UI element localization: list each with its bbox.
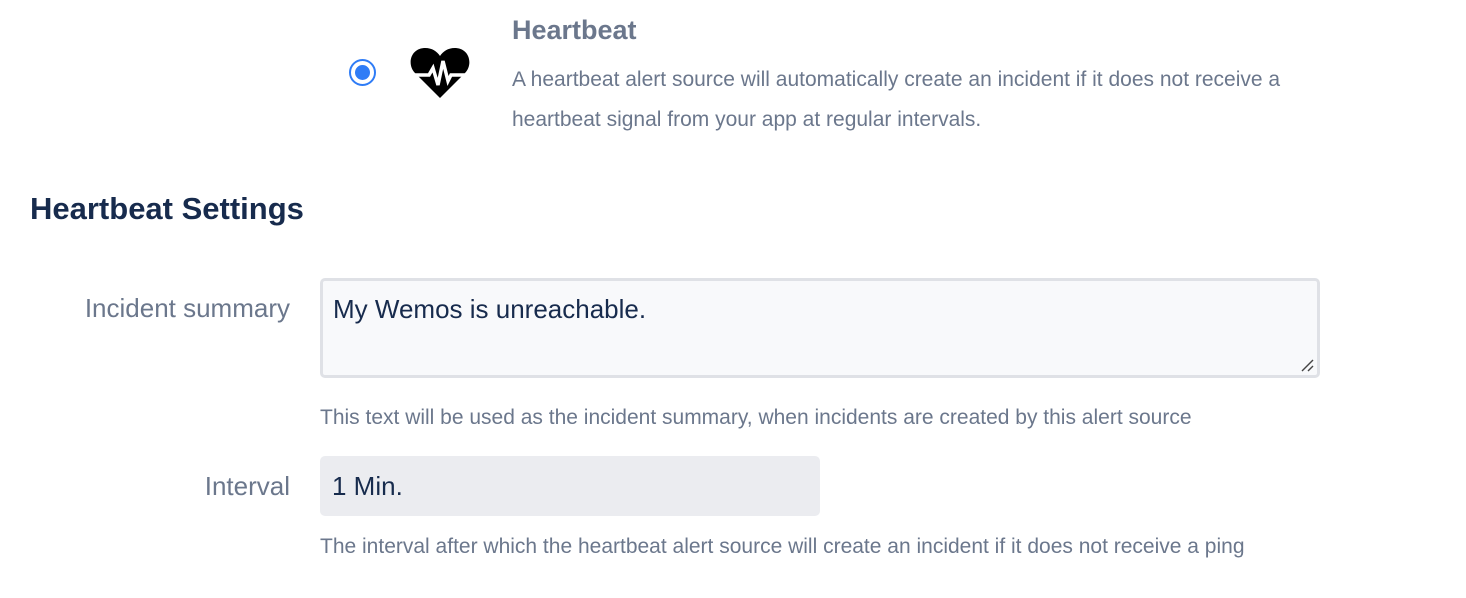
heartbeat-icon	[410, 47, 470, 98]
interval-value: 1 Min.	[332, 471, 403, 501]
radio-selected-dot	[355, 65, 370, 80]
incident-summary-textarea[interactable]: My Wemos is unreachable.	[320, 278, 1320, 378]
interval-help: The interval after which the heartbeat a…	[320, 535, 1245, 558]
interval-label: Interval	[204, 471, 290, 501]
section-heading: Heartbeat Settings	[30, 191, 304, 226]
incident-summary-help: This text will be used as the incident s…	[320, 406, 1192, 429]
resize-handle-icon[interactable]	[1299, 357, 1315, 373]
heartbeat-radio-button[interactable]	[349, 59, 376, 86]
alert-source-title: Heartbeat	[512, 15, 637, 45]
incident-summary-label: Incident summary	[84, 293, 290, 323]
incident-summary-value: My Wemos is unreachable.	[333, 294, 647, 324]
interval-select[interactable]: 1 Min.	[320, 456, 820, 516]
alert-source-description: A heartbeat alert source will automatica…	[512, 68, 1281, 131]
alert-source-option-heartbeat[interactable]: Heartbeat A heartbeat alert source will …	[0, 0, 1466, 150]
